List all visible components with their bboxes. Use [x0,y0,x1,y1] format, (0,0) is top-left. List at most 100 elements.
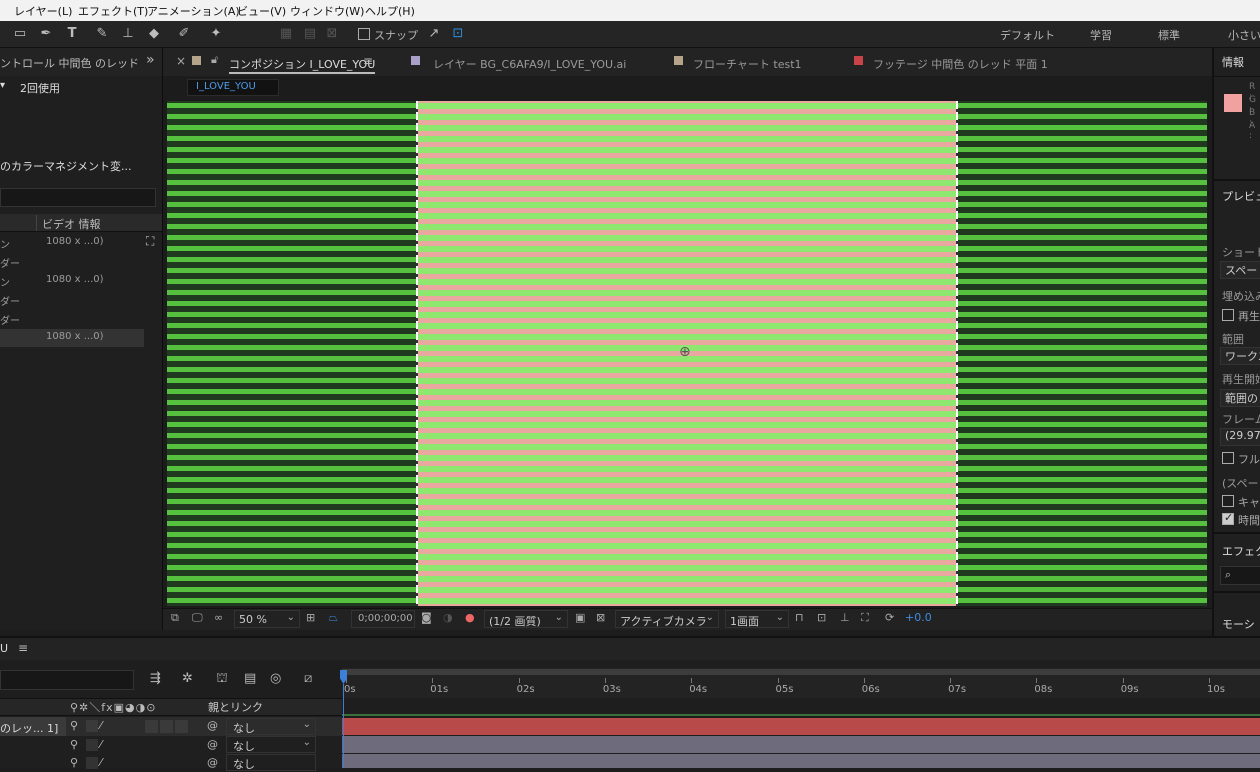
draft-3d-icon[interactable]: ✲ [182,671,193,686]
menu-effect[interactable]: エフェクト(T) [78,3,148,19]
graph-editor-icon[interactable]: ⧄ [304,671,312,686]
panel-expand-icon[interactable]: » [146,52,155,68]
motion-blur-icon[interactable]: ◎ [270,671,281,686]
tab-flowchart[interactable]: フローチャート test1 [693,56,802,72]
type-tool-icon[interactable]: T [62,24,82,44]
tab-menu-icon[interactable]: ≡ [363,54,373,68]
exposure-value[interactable]: +0.0 [905,611,932,624]
brush-tool-icon[interactable]: ✎ [92,24,112,44]
reset-exposure-icon[interactable]: ⟳ [885,611,894,624]
effects-panel-title[interactable]: エフェク [1222,543,1260,559]
light-green-stripe [417,125,957,131]
rectangle-tool-icon[interactable]: ▭ [10,24,30,44]
zoom-dropdown[interactable]: 50 % ⌄ [234,610,300,628]
comp-subtab[interactable]: I_LOVE_YOU [187,79,279,96]
workspace-default[interactable]: デフォルト [1000,27,1055,43]
light-green-stripe [417,224,957,230]
workspace-learn[interactable]: 学習 [1090,27,1112,43]
snap-target-icon[interactable]: ⊡ [448,24,468,44]
play-checkbox[interactable] [1222,309,1234,321]
channel-icon[interactable]: ⧉ [171,611,179,625]
camera-dropdown[interactable]: アクティブカメラ ⌄ [615,610,719,628]
shortcut-dropdown[interactable]: スペー [1220,261,1260,279]
project-row[interactable]: ダー [0,253,144,271]
close-tab-icon[interactable]: × [176,54,186,68]
light-green-stripe [417,543,957,549]
roto-brush-icon[interactable]: ✐ [174,24,194,44]
project-row[interactable]: ン 1080 x ...0) [0,272,144,290]
menu-view[interactable]: ビュー(V) [237,3,286,19]
timeline-search-input[interactable] [0,670,134,690]
flowchart-view-icon[interactable]: ⛶ [861,611,869,625]
dropdown-arrow-icon[interactable]: ▾ [0,80,5,91]
color-channel-icon[interactable]: ● [465,611,475,624]
snap-option-icon[interactable]: ↗ [424,24,444,44]
project-row[interactable]: ン 1080 x ...0) [0,234,144,252]
play-start-dropdown[interactable]: 範囲の [1220,389,1260,407]
info-panel-title[interactable]: 情報 [1222,54,1244,70]
parent-dropdown[interactable]: なし ⌄ [226,718,316,735]
video-info-header[interactable]: ビデオ 情報 [42,216,101,232]
snap-checkbox[interactable] [358,28,370,40]
ruler-tick [863,678,865,683]
snapshot-icon[interactable]: ◙ [421,611,432,624]
menu-window[interactable]: ウィンドウ(W) [290,3,364,19]
time-checkbox-checked[interactable]: ✓ [1222,511,1234,525]
timecode-field[interactable]: 0;00;00;00 [351,610,415,628]
layer-row[interactable]: のレッ... 1] ⚲ ⁄ @ なし ⌄ [0,717,342,736]
menu-help[interactable]: ヘルプ(H) [365,3,415,19]
title-safe-icon[interactable]: ⊞ [306,611,315,624]
workspace-small[interactable]: 小さい [1228,27,1260,43]
comp-mini-flowchart-icon[interactable]: ⇶ [150,671,161,686]
layer-row[interactable]: ⚲ ⁄ @ なし ⌄ [0,736,342,754]
effects-search-input[interactable]: ⌕ [1220,566,1260,585]
eraser-tool-icon[interactable]: ◆ [144,24,164,44]
pixel-aspect-icon[interactable]: ⊓ [795,611,804,624]
lock-icon[interactable]: 🔓︎ [211,53,218,67]
project-search-input[interactable] [0,188,156,207]
project-row-selected[interactable]: 1080 x ...0) [0,329,144,347]
light-green-stripe [417,169,957,175]
layer-duration-bar[interactable] [342,718,1260,735]
fast-preview-icon[interactable]: ⊡ [817,611,826,624]
timeline-tab[interactable]: U [0,642,8,655]
work-area-bar[interactable] [342,669,1260,675]
pen-tool-icon[interactable]: ✒ [36,24,56,44]
workspace-standard[interactable]: 標準 [1158,27,1180,43]
resolution-dropdown[interactable]: (1/2 画質) ⌄ [484,610,568,628]
cache-checkbox[interactable] [1222,495,1234,507]
region-icon[interactable]: ▣ [575,611,585,624]
parent-dropdown[interactable]: なし ⌄ [226,736,316,753]
project-row[interactable]: ダー [0,310,144,328]
light-green-stripe [417,257,957,263]
flowchart-icon[interactable]: ⛶ [146,234,154,249]
tab-footage[interactable]: フッテージ 中間色 のレッド 平面 1 [873,56,1048,72]
light-green-stripe [417,301,957,307]
transparency-grid-icon[interactable]: ⊠ [596,611,605,624]
composition-viewer[interactable]: ⊕ [167,101,1207,606]
parent-dropdown[interactable]: なし [226,754,316,771]
timeline-menu-icon[interactable]: ≡ [18,641,28,655]
frame-rate-dropdown[interactable]: (29.97) [1220,428,1260,446]
stamp-tool-icon[interactable]: ⊥ [118,24,138,44]
range-dropdown[interactable]: ワークエ [1220,347,1260,365]
anchor-point-icon[interactable]: ⊕ [679,344,691,360]
timeline-icon[interactable]: ⊥ [840,611,850,624]
preview-panel-title[interactable]: プレビュー [1222,188,1260,204]
tab-layer[interactable]: レイヤー BG_C6AFA9/I_LOVE_YOU.ai [433,56,626,72]
monitor-icon[interactable]: 🖵︎ [192,611,203,625]
menu-layer[interactable]: レイヤー(L) [14,3,72,19]
mask-toggle-icon[interactable]: ⏢ [329,611,338,625]
view-layout-dropdown[interactable]: 1画面 ⌄ [725,610,789,628]
tab-composition[interactable]: コンポジション I_LOVE_YOU [229,56,375,72]
frame-blending-icon[interactable]: ▤ [244,671,256,686]
layer-duration-bar[interactable] [342,736,1260,753]
mask-icon[interactable]: ∞ [214,611,223,624]
shy-layers-icon[interactable]: ⛫ [216,671,228,688]
layer-bounds-line [956,101,958,606]
project-row[interactable]: ダー [0,291,144,309]
puppet-pin-icon[interactable]: ✦ [206,24,226,44]
motion-panel-title[interactable]: モーシ [1222,616,1255,632]
menu-animation[interactable]: アニメーション(A) [147,3,240,19]
fullscreen-checkbox[interactable] [1222,452,1234,464]
